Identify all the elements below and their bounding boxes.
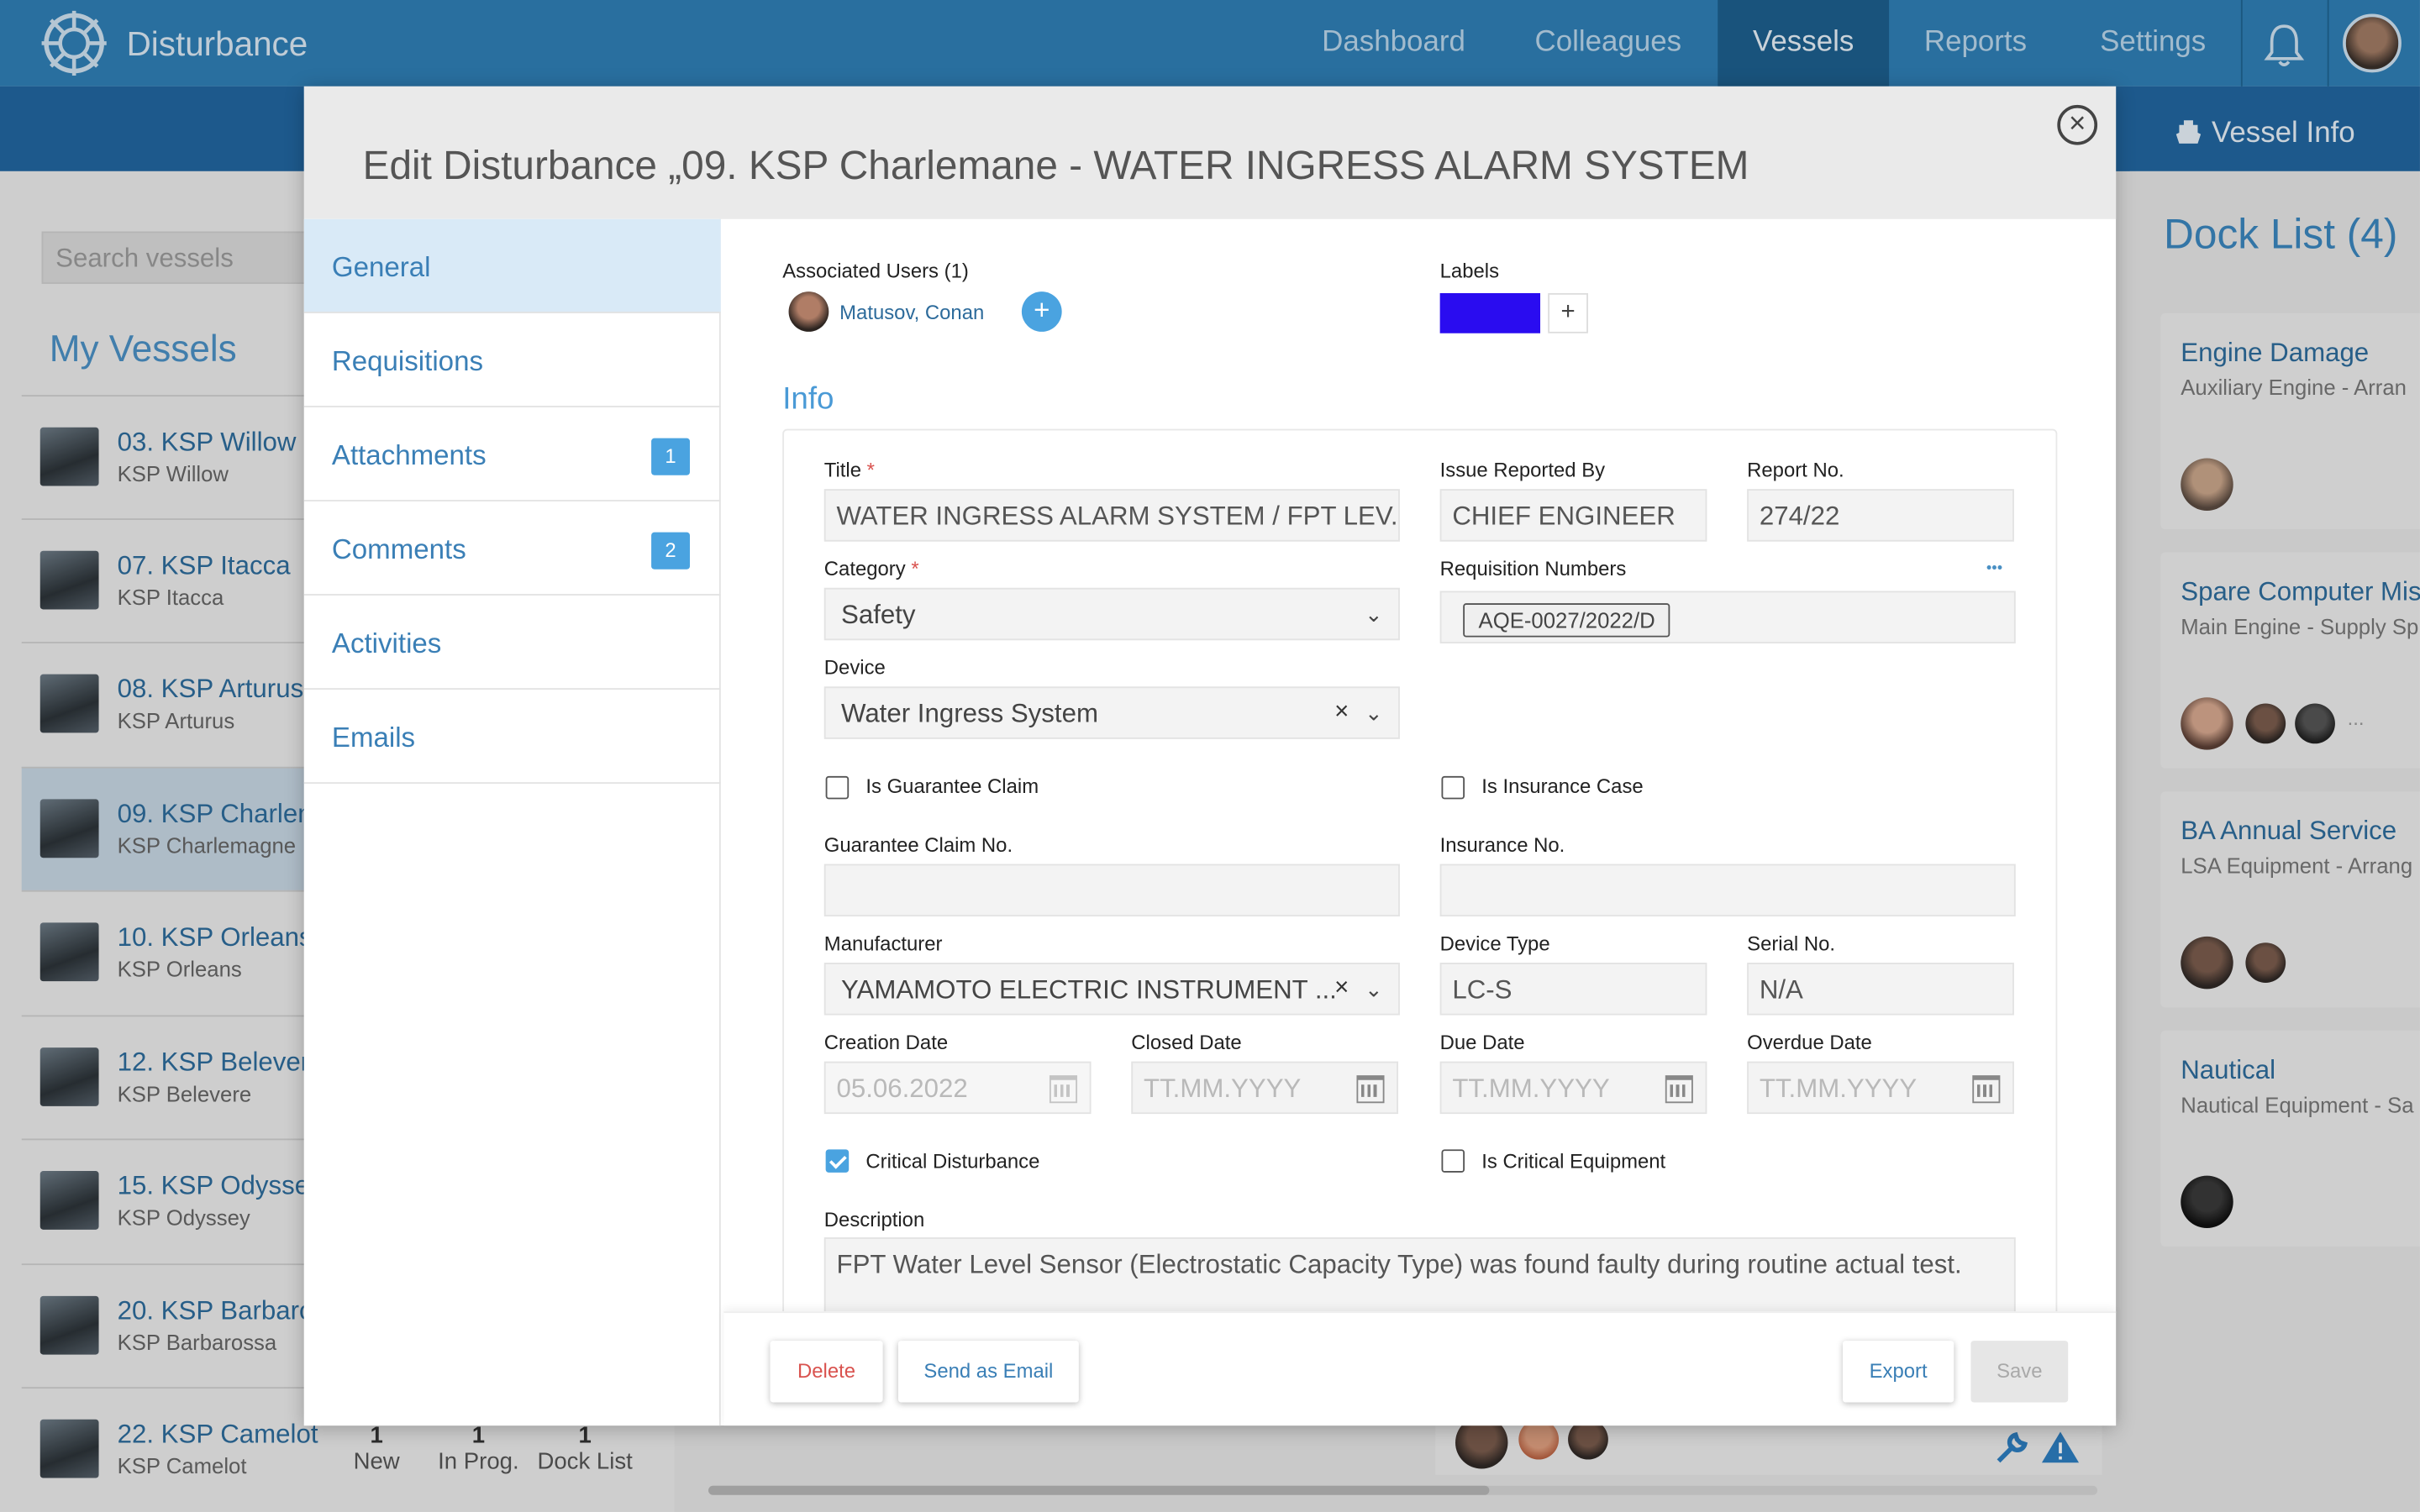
guarantee-claim-no-label: Guarantee Claim No. xyxy=(823,832,1013,857)
edit-disturbance-modal: Edit Disturbance „09. KSP Charlemane - W… xyxy=(303,86,2117,1426)
requisition-tag[interactable]: AQE-0027/2022/D xyxy=(1463,603,1671,638)
associated-user-link[interactable]: Matusov, Conan xyxy=(839,301,984,324)
add-label-button[interactable]: + xyxy=(1548,292,1588,333)
device-select[interactable]: Water Ingress System × ⌄ xyxy=(823,686,1400,739)
critical-equipment-label: Is Critical Equipment xyxy=(1481,1149,1666,1173)
chevron-down-icon: ⌄ xyxy=(1365,601,1383,627)
creation-date-label: Creation Date xyxy=(823,1030,949,1054)
tab-label: Comments xyxy=(331,533,466,565)
modal-footer: Delete Send as Email Export Save xyxy=(723,1311,2117,1426)
tab-comments[interactable]: Comments 2 xyxy=(303,501,721,596)
due-date-label: Due Date xyxy=(1439,1030,1525,1054)
critical-disturbance-label: Critical Disturbance xyxy=(865,1149,1040,1173)
label-chip[interactable] xyxy=(1439,292,1541,333)
critical-disturbance-checkbox[interactable] xyxy=(825,1149,850,1173)
overdue-date-label: Overdue Date xyxy=(1747,1030,1872,1054)
tab-activities[interactable]: Activities xyxy=(303,596,721,690)
title-label: Title * xyxy=(823,458,875,482)
avatar xyxy=(788,291,829,332)
tab-general[interactable]: General xyxy=(303,218,721,313)
modal-tab-list: General Requisitions Attachments 1 Commen… xyxy=(303,218,721,1426)
insurance-no-input[interactable] xyxy=(1439,864,2016,916)
guarantee-claim-label: Is Guarantee Claim xyxy=(865,774,1039,798)
serial-no-label: Serial No. xyxy=(1747,932,1835,955)
clear-icon[interactable]: × xyxy=(1334,699,1349,727)
delete-button[interactable]: Delete xyxy=(770,1341,883,1403)
reported-by-input[interactable]: CHIEF ENGINEER xyxy=(1439,489,1707,542)
count-badge: 2 xyxy=(651,532,691,570)
due-date-input[interactable]: TT.MM.YYYY xyxy=(1439,1061,1707,1115)
requisition-numbers-field[interactable]: AQE-0027/2022/D xyxy=(1439,591,2016,643)
modal-title: Edit Disturbance „09. KSP Charlemane - W… xyxy=(362,141,1749,189)
insurance-no-label: Insurance No. xyxy=(1439,832,1565,857)
add-user-button[interactable]: + xyxy=(1021,291,1062,332)
insurance-case-label: Is Insurance Case xyxy=(1481,774,1644,798)
calendar-icon[interactable] xyxy=(1665,1075,1693,1104)
critical-equipment-checkbox[interactable] xyxy=(1441,1149,1465,1173)
more-icon[interactable]: ••• xyxy=(1986,560,2002,577)
reported-by-label: Issue Reported By xyxy=(1439,458,1606,482)
info-heading: Info xyxy=(782,382,834,417)
device-type-input[interactable]: LC-S xyxy=(1439,963,1707,1016)
manufacturer-label: Manufacturer xyxy=(823,932,943,955)
description-textarea[interactable]: FPT Water Level Sensor (Electrostatic Ca… xyxy=(823,1237,2016,1312)
tab-label: Emails xyxy=(331,722,416,753)
tab-label: Requisitions xyxy=(331,345,484,377)
category-label: Category * xyxy=(823,557,919,580)
guarantee-claim-no-input[interactable] xyxy=(823,864,1400,916)
guarantee-claim-checkbox[interactable] xyxy=(825,775,850,800)
export-button[interactable]: Export xyxy=(1843,1341,1954,1403)
manufacturer-select[interactable]: YAMAMOTO ELECTRIC INSTRUMENT ... × ⌄ xyxy=(823,963,1400,1016)
tab-attachments[interactable]: Attachments 1 xyxy=(303,407,721,501)
requisition-numbers-label: Requisition Numbers xyxy=(1439,557,1627,580)
save-button[interactable]: Save xyxy=(1970,1341,2069,1403)
calendar-icon[interactable] xyxy=(1356,1075,1385,1104)
chevron-down-icon: ⌄ xyxy=(1365,976,1383,1002)
category-select[interactable]: Safety ⌄ xyxy=(823,587,1400,641)
closed-date-label: Closed Date xyxy=(1131,1030,1242,1054)
report-no-input[interactable]: 274/22 xyxy=(1747,489,2014,542)
serial-no-input[interactable]: N/A xyxy=(1747,963,2014,1016)
modal-header: Edit Disturbance „09. KSP Charlemane - W… xyxy=(303,86,2117,219)
device-label: Device xyxy=(823,655,886,680)
calendar-icon xyxy=(1049,1075,1078,1104)
report-no-label: Report No. xyxy=(1747,458,1844,482)
tab-label: Activities xyxy=(331,627,442,659)
creation-date-input[interactable]: 05.06.2022 xyxy=(823,1061,1092,1115)
device-type-label: Device Type xyxy=(1439,932,1550,955)
insurance-case-checkbox[interactable] xyxy=(1441,775,1465,800)
title-input[interactable]: WATER INGRESS ALARM SYSTEM / FPT LEV... xyxy=(823,489,1400,542)
chevron-down-icon: ⌄ xyxy=(1365,700,1383,726)
calendar-icon[interactable] xyxy=(1972,1075,2001,1104)
description-label: Description xyxy=(823,1208,925,1231)
tab-requisitions[interactable]: Requisitions xyxy=(303,313,721,407)
close-icon[interactable]: × xyxy=(2057,104,2098,145)
clear-icon[interactable]: × xyxy=(1334,975,1349,1003)
associated-users-label: Associated Users (1) xyxy=(782,259,969,283)
general-form: Associated Users (1) Matusov, Conan + La… xyxy=(723,219,2116,1312)
closed-date-input[interactable]: TT.MM.YYYY xyxy=(1131,1061,1399,1115)
send-as-email-button[interactable]: Send as Email xyxy=(897,1341,1079,1403)
overdue-date-input[interactable]: TT.MM.YYYY xyxy=(1747,1061,2014,1115)
tab-label: Attachments xyxy=(331,439,487,471)
count-badge: 1 xyxy=(651,438,691,475)
labels-label: Labels xyxy=(1439,259,1500,283)
tab-label: General xyxy=(331,251,431,283)
tab-emails[interactable]: Emails xyxy=(303,690,721,785)
